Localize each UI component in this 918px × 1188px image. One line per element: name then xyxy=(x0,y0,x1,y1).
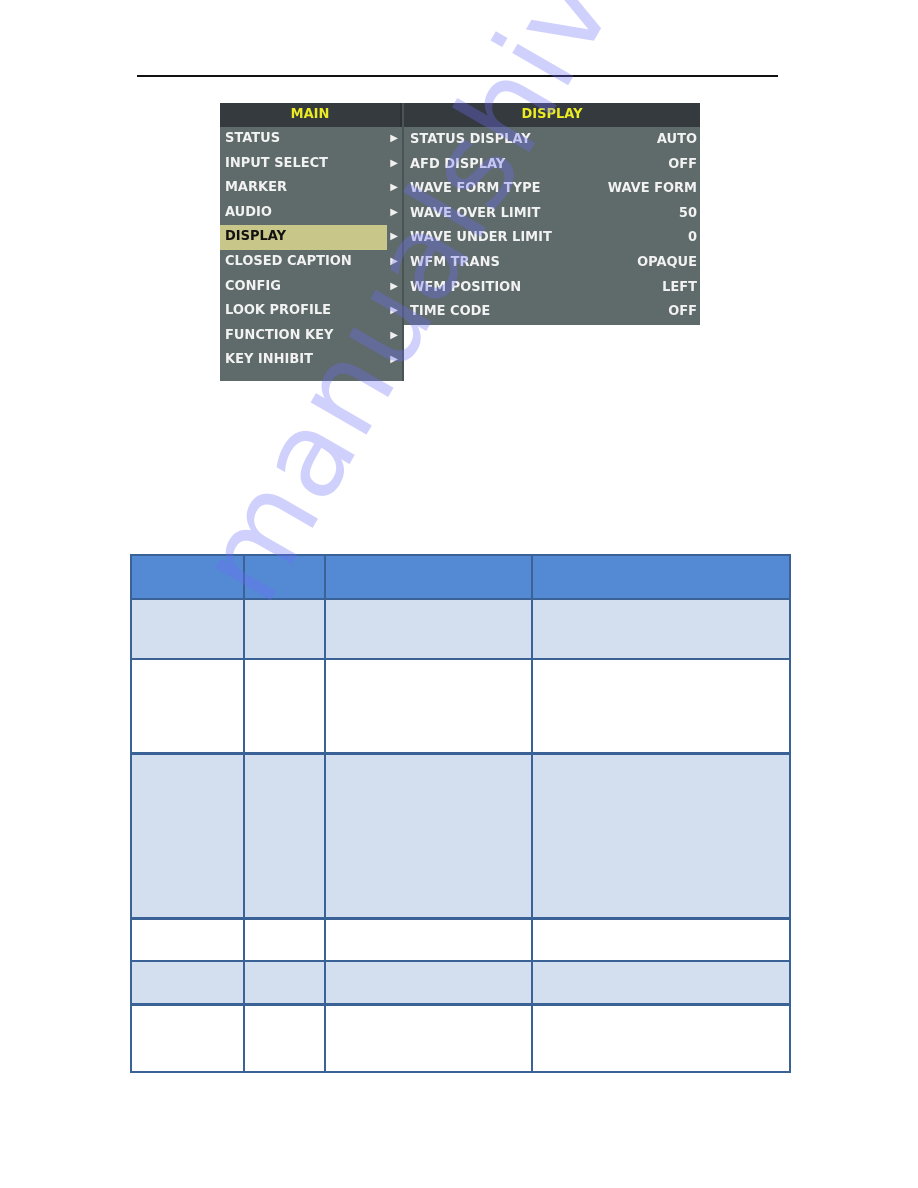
display-submenu: DISPLAY STATUS DISPLAY AUTO AFD DISPLAY … xyxy=(404,103,700,325)
setting-label: AFD DISPLAY xyxy=(410,156,506,172)
table-header-cell xyxy=(324,554,533,600)
submenu-arrow-icon: ▶ xyxy=(390,133,398,144)
setting-label: WAVE UNDER LIMIT xyxy=(410,230,552,246)
table-cell xyxy=(324,598,533,660)
table-cell xyxy=(324,658,533,754)
menu-item-look-profile[interactable]: LOOK PROFILE ▶ xyxy=(220,299,402,324)
table-cell xyxy=(130,598,245,660)
setting-value[interactable]: 50 xyxy=(679,202,697,227)
table-cell xyxy=(531,751,791,919)
table-cell xyxy=(130,916,245,962)
setting-label: WFM TRANS xyxy=(410,254,500,270)
submenu-arrow-icon: ▶ xyxy=(390,206,398,218)
table-cell xyxy=(531,916,791,962)
table-cell xyxy=(324,916,533,962)
menu-item-config[interactable]: CONFIG ▶ xyxy=(220,275,402,300)
setting-label: TIME CODE xyxy=(410,304,491,320)
table-row xyxy=(130,1002,791,1073)
table-cell xyxy=(130,1002,245,1073)
menu-item-label: CLOSED CAPTION xyxy=(225,253,352,269)
table-cell xyxy=(130,751,245,919)
setting-label: STATUS DISPLAY xyxy=(410,132,531,147)
submenu-arrow-icon: ▶ xyxy=(390,231,398,243)
menu-item-label: INPUT SELECT xyxy=(225,155,329,171)
table-header-cell xyxy=(130,554,245,600)
setting-status-display[interactable]: STATUS DISPLAY AUTO xyxy=(404,128,700,153)
setting-wave-under-limit[interactable]: WAVE UNDER LIMIT 0 xyxy=(404,226,700,251)
main-menu-title: MAIN xyxy=(220,103,402,127)
table-cell xyxy=(243,751,326,919)
table-row xyxy=(130,658,791,754)
table-cell xyxy=(531,1002,791,1073)
menu-item-label: STATUS xyxy=(225,131,281,146)
table-row xyxy=(130,960,791,1005)
menu-item-label: KEY INHIBIT xyxy=(225,352,313,368)
table-cell xyxy=(243,1002,326,1073)
menu-item-function-key[interactable]: FUNCTION KEY ▶ xyxy=(220,324,402,349)
setting-value[interactable]: WAVE FORM xyxy=(608,177,697,202)
setting-wfm-trans[interactable]: WFM TRANS OPAQUE xyxy=(404,251,700,276)
table-cell xyxy=(130,960,245,1005)
submenu-arrow-icon: ▶ xyxy=(390,354,398,366)
table-cell xyxy=(130,658,245,754)
menu-item-marker[interactable]: MARKER ▶ xyxy=(220,176,402,201)
table-cell xyxy=(531,960,791,1005)
main-menu: MAIN STATUS ▶ INPUT SELECT ▶ MARKER ▶ AU… xyxy=(220,103,404,381)
menu-item-label: CONFIG xyxy=(225,278,281,294)
setting-wave-over-limit[interactable]: WAVE OVER LIMIT 50 xyxy=(404,202,700,227)
menu-item-label: AUDIO xyxy=(225,204,272,220)
menu-item-audio[interactable]: AUDIO ▶ xyxy=(220,201,402,226)
menu-item-closed-caption[interactable]: CLOSED CAPTION ▶ xyxy=(220,250,402,275)
table-row xyxy=(130,751,791,919)
setting-value[interactable]: AUTO xyxy=(657,128,697,153)
setting-label: WAVE OVER LIMIT xyxy=(410,205,541,221)
menu-item-label: FUNCTION KEY xyxy=(225,327,334,343)
menu-item-key-inhibit[interactable]: KEY INHIBIT ▶ xyxy=(220,348,402,373)
menu-item-label: DISPLAY xyxy=(225,229,287,245)
table-cell xyxy=(324,751,533,919)
table-row xyxy=(130,598,791,660)
table-cell xyxy=(243,960,326,1005)
table-header-cell xyxy=(243,554,326,600)
submenu-arrow-icon: ▶ xyxy=(390,157,398,169)
menu-item-label: LOOK PROFILE xyxy=(225,303,331,319)
page-header-rule xyxy=(137,75,778,77)
display-menu-title: DISPLAY xyxy=(404,103,700,127)
setting-value[interactable]: OFF xyxy=(668,153,697,178)
setting-wave-form-type[interactable]: WAVE FORM TYPE WAVE FORM xyxy=(404,177,700,202)
setting-wfm-position[interactable]: WFM POSITION LEFT xyxy=(404,276,700,301)
setting-label: WFM POSITION xyxy=(410,279,522,295)
submenu-arrow-icon: ▶ xyxy=(390,329,398,341)
submenu-arrow-icon: ▶ xyxy=(390,280,398,292)
menu-item-input-select[interactable]: INPUT SELECT ▶ xyxy=(220,152,402,177)
settings-table xyxy=(130,554,791,1073)
table-row xyxy=(130,916,791,962)
table-header-cell xyxy=(531,554,791,600)
setting-label: WAVE FORM TYPE xyxy=(410,181,541,197)
table-cell xyxy=(243,916,326,962)
setting-value[interactable]: OFF xyxy=(668,300,697,325)
submenu-arrow-icon: ▶ xyxy=(390,255,398,267)
table-cell xyxy=(531,658,791,754)
menu-item-status[interactable]: STATUS ▶ xyxy=(220,127,402,152)
table-cell xyxy=(531,598,791,660)
table-cell xyxy=(324,960,533,1005)
setting-time-code[interactable]: TIME CODE OFF xyxy=(404,300,700,325)
table-cell xyxy=(243,598,326,660)
setting-value[interactable]: LEFT xyxy=(662,276,697,301)
menu-item-label: MARKER xyxy=(225,180,287,196)
setting-afd-display[interactable]: AFD DISPLAY OFF xyxy=(404,153,700,178)
setting-value[interactable]: OPAQUE xyxy=(637,251,697,276)
submenu-arrow-icon: ▶ xyxy=(390,182,398,194)
table-header-row xyxy=(130,554,791,600)
submenu-arrow-icon: ▶ xyxy=(390,305,398,317)
table-cell xyxy=(324,1002,533,1073)
menu-item-display[interactable]: DISPLAY ▶ xyxy=(220,225,402,250)
table-cell xyxy=(243,658,326,754)
setting-value[interactable]: 0 xyxy=(688,226,697,251)
